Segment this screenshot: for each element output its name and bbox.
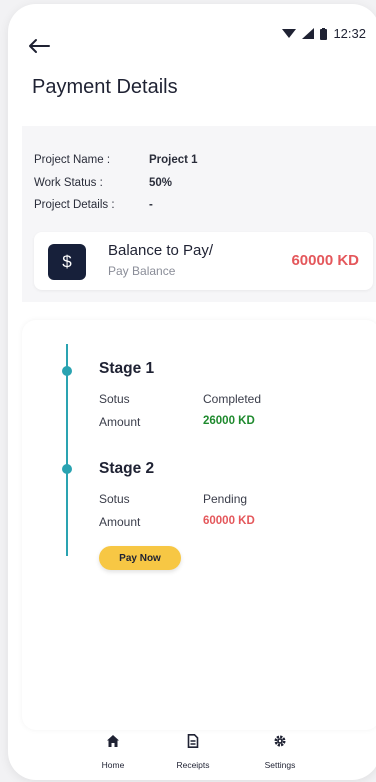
nav-label: Home xyxy=(101,760,125,770)
stage-status-label: Sotus xyxy=(99,392,130,406)
phone-screen: 12:32 Payment Details Project Name : Proj… xyxy=(8,4,376,780)
detail-label: Work Status : xyxy=(34,177,103,189)
gear-icon xyxy=(274,735,286,747)
stage-amount-value: 60000 KD xyxy=(203,515,255,527)
detail-label: Project Name : xyxy=(34,154,111,166)
home-icon xyxy=(107,735,119,747)
wifi-icon xyxy=(282,29,297,38)
stage-title: Stage 2 xyxy=(99,460,155,477)
nav-item-home[interactable]: Home xyxy=(78,734,148,770)
back-button[interactable] xyxy=(28,38,56,62)
status-bar: 12:32 xyxy=(282,26,366,41)
stage-amount-value: 26000 KD xyxy=(203,415,255,427)
arrow-left-icon xyxy=(29,39,50,53)
bottom-nav: Home Receipts Settings xyxy=(8,734,376,780)
stage-status-value: Completed xyxy=(203,392,262,406)
detail-value: 50% xyxy=(149,177,173,189)
dollar-icon: $ xyxy=(48,244,86,280)
stage-status-label: Sotus xyxy=(99,492,130,506)
detail-row-project-name: Project Name : Project 1 xyxy=(34,154,198,166)
balance-subtitle: Pay Balance xyxy=(108,264,176,278)
detail-row-project-details: Project Details : - xyxy=(34,199,153,211)
detail-label: Project Details : xyxy=(34,199,115,211)
nav-item-receipts[interactable]: Receipts xyxy=(158,734,228,770)
nav-item-settings[interactable]: Settings xyxy=(245,734,315,770)
battery-icon xyxy=(320,27,328,40)
stages-panel: Stage 1 Sotus Completed Amount 26000 KD … xyxy=(22,320,376,730)
detail-value: Project 1 xyxy=(149,154,198,166)
timeline-dot xyxy=(62,366,72,376)
signal-icon xyxy=(302,28,315,39)
receipt-icon xyxy=(187,734,199,748)
nav-label: Receipts xyxy=(176,760,210,770)
detail-value: - xyxy=(149,199,153,211)
timeline-dot xyxy=(62,464,72,474)
stage-title: Stage 1 xyxy=(99,360,155,377)
stage-amount-label: Amount xyxy=(99,515,141,529)
balance-amount: 60000 KD xyxy=(291,252,359,269)
balance-card[interactable]: $ Balance to Pay/ Pay Balance 60000 KD xyxy=(34,232,373,290)
stage-status-value: Pending xyxy=(203,492,248,506)
pay-now-button[interactable]: Pay Now xyxy=(99,546,181,570)
page-title: Payment Details xyxy=(32,76,178,98)
detail-row-work-status: Work Status : 50% xyxy=(34,177,172,189)
status-time: 12:32 xyxy=(333,26,366,41)
stage-amount-label: Amount xyxy=(99,415,141,429)
balance-title: Balance to Pay/ xyxy=(108,242,214,259)
nav-label: Settings xyxy=(264,760,296,770)
